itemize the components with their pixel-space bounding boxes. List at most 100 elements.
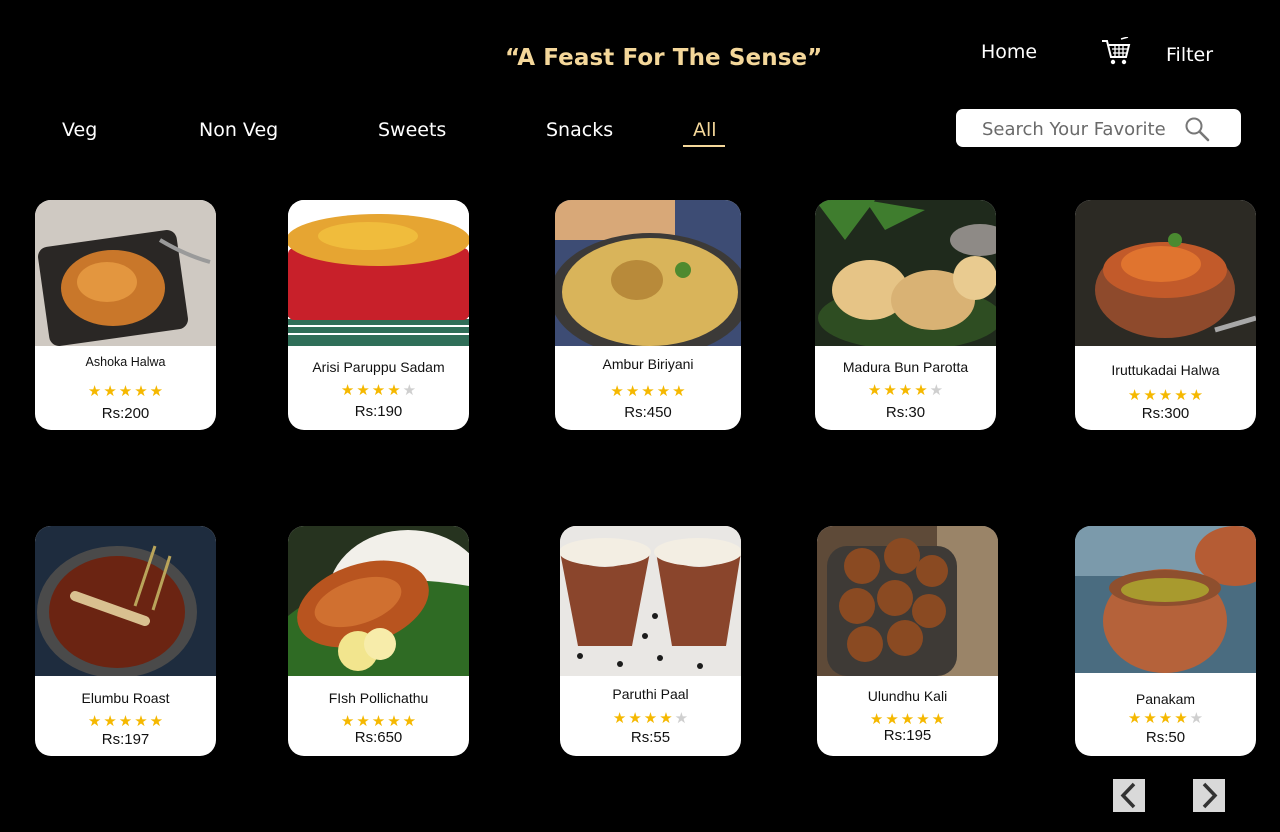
tab-sweets[interactable]: Sweets [378, 119, 446, 141]
nav-filter-link[interactable]: Filter [1166, 44, 1213, 66]
paruthi-paal-photo [560, 526, 741, 676]
elumbu-roast-photo [35, 526, 216, 676]
star-filled-icon: ★ [118, 712, 133, 730]
product-name: Ashoka Halwa [85, 355, 166, 369]
iruttukadai-halwa-photo [1075, 200, 1256, 346]
rating-stars: ★ ★ ★ ★ ★ [35, 381, 216, 400]
product-card[interactable]: Iruttukadai Halwa ★ ★ ★ ★ ★ Rs:300 [1075, 200, 1256, 430]
rating-stars: ★ ★ ★ ★ ★ [1075, 708, 1256, 727]
star-filled-icon: ★ [625, 382, 640, 400]
rating-stars: ★ ★ ★ ★ ★ [1075, 385, 1256, 404]
star-filled-icon: ★ [1174, 386, 1188, 404]
star-filled-icon: ★ [134, 712, 148, 730]
madura-bun-parotta-photo [815, 200, 996, 346]
star-filled-icon: ★ [87, 712, 102, 730]
star-filled-icon: ★ [118, 382, 133, 400]
arisi-paruppu-sadam-photo [288, 200, 469, 346]
product-price: Rs:55 [630, 729, 671, 746]
star-filled-icon: ★ [867, 381, 882, 399]
star-filled-icon: ★ [87, 382, 102, 400]
product-price: Rs:200 [101, 405, 150, 422]
search-box [956, 109, 1241, 147]
star-filled-icon: ★ [387, 712, 401, 730]
star-filled-icon: ★ [134, 382, 148, 400]
product-card[interactable]: Arisi Paruppu Sadam ★ ★ ★ ★ ★ Rs:190 [288, 200, 469, 430]
product-price: Rs:300 [1141, 405, 1190, 422]
product-name: Iruttukadai Halwa [1111, 362, 1220, 378]
product-card[interactable]: Ashoka Halwa ★ ★ ★ ★ ★ Rs:200 [35, 200, 216, 430]
star-filled-icon: ★ [371, 712, 386, 730]
rating-stars: ★ ★ ★ ★ ★ [815, 380, 996, 399]
star-filled-icon: ★ [356, 712, 370, 730]
star-filled-icon: ★ [402, 712, 417, 730]
star-filled-icon: ★ [628, 709, 642, 727]
product-price: Rs:650 [354, 729, 403, 746]
product-name: FIsh Pollichathu [328, 690, 429, 706]
rating-stars: ★ ★ ★ ★ ★ [560, 708, 741, 727]
ulundhu-kali-photo [817, 526, 998, 676]
star-empty-icon: ★ [929, 381, 944, 399]
rating-stars: ★ ★ ★ ★ ★ [288, 711, 469, 730]
star-filled-icon: ★ [1143, 386, 1157, 404]
panakam-photo [1075, 526, 1256, 673]
star-empty-icon: ★ [1189, 709, 1204, 727]
product-card[interactable]: Panakam ★ ★ ★ ★ ★ Rs:50 [1075, 526, 1256, 756]
product-price: Rs:197 [101, 731, 150, 748]
product-price: Rs:50 [1145, 729, 1186, 746]
active-tab-underline [683, 145, 725, 147]
star-filled-icon: ★ [1174, 709, 1188, 727]
star-empty-icon: ★ [402, 381, 417, 399]
star-filled-icon: ★ [610, 382, 624, 400]
star-empty-icon: ★ [674, 709, 689, 727]
star-filled-icon: ★ [672, 382, 686, 400]
product-card[interactable]: Ulundhu Kali ★ ★ ★ ★ ★ Rs:195 [817, 526, 998, 756]
star-filled-icon: ★ [914, 381, 928, 399]
star-filled-icon: ★ [149, 712, 164, 730]
star-filled-icon: ★ [931, 710, 946, 728]
cart-icon[interactable] [1100, 37, 1132, 67]
product-card[interactable]: FIsh Pollichathu ★ ★ ★ ★ ★ Rs:650 [288, 526, 469, 756]
product-name: Arisi Paruppu Sadam [312, 359, 445, 375]
star-filled-icon: ★ [900, 710, 915, 728]
tab-non-veg[interactable]: Non Veg [199, 119, 278, 141]
nav-home-link[interactable]: Home [981, 41, 1037, 63]
star-filled-icon: ★ [103, 712, 117, 730]
product-name: Elumbu Roast [81, 690, 170, 706]
product-price: Rs:190 [354, 403, 403, 420]
product-name: Ulundhu Kali [867, 688, 948, 704]
product-card[interactable]: Elumbu Roast ★ ★ ★ ★ ★ Rs:197 [35, 526, 216, 756]
ambur-biriyani-photo [555, 200, 741, 346]
product-card[interactable]: Paruthi Paal ★ ★ ★ ★ ★ Rs:55 [560, 526, 741, 756]
tab-all[interactable]: All [693, 119, 717, 141]
page-tagline: “A Feast For The Sense” [505, 45, 823, 71]
star-filled-icon: ★ [656, 382, 671, 400]
next-page-button[interactable] [1193, 779, 1225, 812]
star-filled-icon: ★ [371, 381, 386, 399]
star-filled-icon: ★ [869, 710, 884, 728]
product-card[interactable]: Madura Bun Parotta ★ ★ ★ ★ ★ Rs:30 [815, 200, 996, 430]
tab-veg[interactable]: Veg [62, 119, 97, 141]
search-input[interactable] [980, 115, 1184, 143]
star-filled-icon: ★ [643, 709, 658, 727]
previous-page-button[interactable] [1113, 779, 1145, 812]
star-filled-icon: ★ [340, 712, 355, 730]
search-icon[interactable] [1184, 116, 1210, 142]
star-filled-icon: ★ [898, 381, 913, 399]
product-name: Paruthi Paal [612, 686, 689, 702]
ashoka-halwa-photo [35, 200, 216, 346]
product-name: Madura Bun Parotta [842, 359, 969, 375]
star-filled-icon: ★ [1143, 709, 1157, 727]
star-filled-icon: ★ [1189, 386, 1204, 404]
product-name: Ambur Biriyani [602, 356, 694, 372]
star-filled-icon: ★ [1127, 709, 1142, 727]
product-card[interactable]: Ambur Biriyani ★ ★ ★ ★ ★ Rs:450 [555, 200, 741, 430]
star-filled-icon: ★ [1158, 386, 1173, 404]
star-filled-icon: ★ [1127, 386, 1142, 404]
star-filled-icon: ★ [659, 709, 673, 727]
rating-stars: ★ ★ ★ ★ ★ [817, 709, 998, 728]
rating-stars: ★ ★ ★ ★ ★ [288, 380, 469, 399]
star-filled-icon: ★ [641, 382, 655, 400]
star-filled-icon: ★ [149, 382, 164, 400]
fish-pollichathu-photo [288, 526, 469, 676]
tab-snacks[interactable]: Snacks [546, 119, 613, 141]
